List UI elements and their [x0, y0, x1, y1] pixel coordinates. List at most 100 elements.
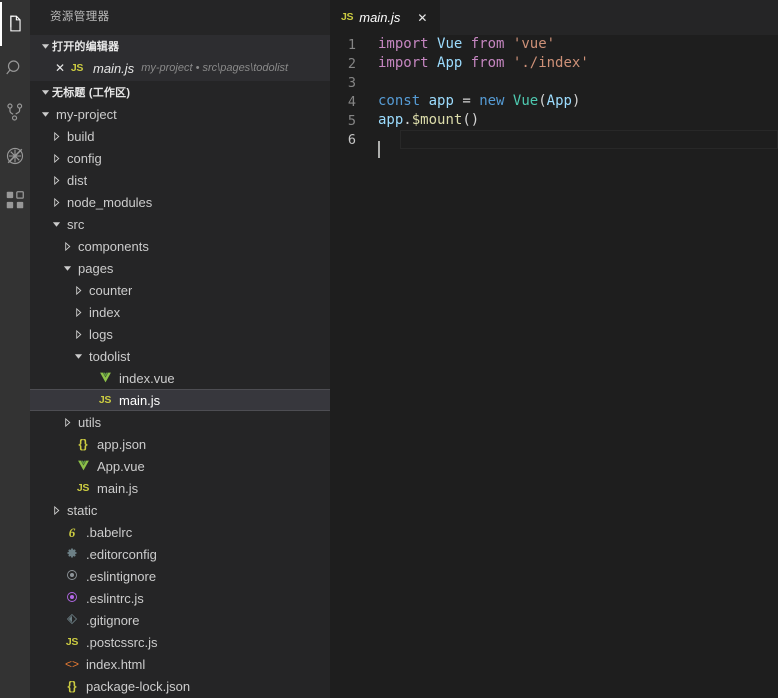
file-type-icon — [63, 547, 81, 562]
code-token: from — [470, 55, 505, 71]
file-type-icon: JS — [63, 637, 81, 648]
js-file-icon: JS — [65, 635, 79, 648]
tree-file-row[interactable]: JS main.js — [30, 477, 330, 499]
activity-item-source-control[interactable] — [0, 90, 30, 134]
open-editors-header[interactable]: 打开的编辑器 — [30, 35, 330, 57]
sidebar-title: 资源管理器 — [50, 11, 110, 23]
tree-file-row[interactable]: {} package-lock.json — [30, 675, 330, 697]
tree-folder-row[interactable]: components — [30, 235, 330, 257]
code-token: new — [479, 93, 505, 109]
tree-item-label: static — [67, 502, 98, 518]
json-file-icon: {} — [78, 437, 88, 451]
line-number: 2 — [347, 55, 356, 72]
tree-file-row[interactable]: .eslintignore — [30, 565, 330, 587]
code-token: $mount — [411, 112, 463, 128]
tree-item-label: dist — [67, 172, 88, 188]
code-line[interactable]: 5 app.$mount() — [330, 111, 778, 130]
activity-item-search[interactable] — [0, 46, 30, 90]
tree-folder-row[interactable]: dist — [30, 169, 330, 191]
code-line[interactable]: 2 import App from './index' — [330, 54, 778, 73]
tree-folder-row[interactable]: config — [30, 147, 330, 169]
tree-item-label: logs — [89, 326, 113, 342]
chevron-right-icon[interactable] — [60, 417, 74, 427]
tree-file-row[interactable]: .editorconfig — [30, 543, 330, 565]
chevron-down-icon[interactable] — [38, 110, 52, 119]
files-icon — [4, 13, 26, 35]
tree-file-row[interactable]: <> index.html — [30, 653, 330, 675]
chevron-right-icon[interactable] — [71, 307, 85, 317]
tab-main-js[interactable]: JS main.js ✕ — [330, 0, 441, 35]
code-line[interactable]: 3 — [330, 73, 778, 92]
tree-file-row[interactable]: {} app.json — [30, 433, 330, 455]
chevron-right-icon[interactable] — [49, 175, 63, 185]
code-token: . — [403, 112, 412, 128]
tab-bar-filler — [440, 0, 778, 35]
search-icon — [4, 57, 26, 79]
open-editor-item[interactable]: ✕ JS main.js my-project • src\pages\todo… — [30, 57, 330, 79]
file-type-icon — [74, 459, 92, 474]
chevron-right-icon[interactable] — [71, 285, 85, 295]
close-icon[interactable]: ✕ — [414, 11, 430, 25]
tree-folder-row[interactable]: static — [30, 499, 330, 521]
code-editor[interactable]: 1 import Vue from 'vue' 2 import App from '… — [330, 35, 778, 698]
file-type-icon: JS — [74, 483, 92, 494]
tree-item-label: pages — [78, 260, 114, 276]
tree-folder-row[interactable]: pages — [30, 257, 330, 279]
tree-folder-row[interactable]: build — [30, 125, 330, 147]
tree-file-row[interactable]: .gitignore — [30, 609, 330, 631]
code-line[interactable]: 1 import Vue from 'vue' — [330, 35, 778, 54]
tree-folder-row[interactable]: node_modules — [30, 191, 330, 213]
extensions-icon — [4, 189, 26, 211]
chevron-right-icon[interactable] — [60, 241, 74, 251]
code-text: import Vue from 'vue' — [378, 35, 555, 54]
file-type-icon — [96, 371, 114, 386]
workspace-header[interactable]: 无标题 (工作区) — [30, 81, 330, 103]
workspace-pane: 无标题 (工作区) my-project build config dist node_… — [30, 81, 330, 698]
tree-folder-row[interactable]: my-project — [30, 103, 330, 125]
chevron-right-icon[interactable] — [71, 329, 85, 339]
tree-file-row[interactable]: JS main.js — [30, 389, 330, 411]
tree-file-row[interactable]: App.vue — [30, 455, 330, 477]
tree-item-label: config — [67, 150, 102, 166]
tree-item-label: counter — [89, 282, 133, 298]
open-editor-file-path: my-project • src\pages\todolist — [141, 62, 289, 74]
chevron-right-icon[interactable] — [49, 505, 63, 515]
tree-file-row[interactable]: index.vue — [30, 367, 330, 389]
tab-bar: JS main.js ✕ — [330, 0, 778, 35]
tree-item-label: .eslintrc.js — [86, 590, 144, 606]
tree-item-label: index.vue — [119, 370, 175, 386]
tree-folder-row[interactable]: counter — [30, 279, 330, 301]
chevron-right-icon[interactable] — [49, 153, 63, 163]
activity-item-run-and-debug[interactable] — [0, 134, 30, 178]
chevron-right-icon[interactable] — [49, 197, 63, 207]
file-tree: my-project build config dist node_modules src… — [30, 103, 330, 698]
close-icon[interactable]: ✕ — [52, 61, 68, 75]
activity-item-explorer[interactable] — [0, 2, 30, 46]
tree-folder-row[interactable]: utils — [30, 411, 330, 433]
tree-folder-row[interactable]: logs — [30, 323, 330, 345]
code-line[interactable]: 4 const app = new Vue(App) — [330, 92, 778, 111]
eslint-icon — [66, 591, 78, 606]
code-line[interactable]: 6 — [330, 130, 778, 158]
open-editors-header-label: 打开的编辑器 — [52, 41, 120, 53]
tree-folder-row[interactable]: todolist — [30, 345, 330, 367]
tree-file-row[interactable]: 6 .babelrc — [30, 521, 330, 543]
code-token: './index' — [512, 55, 589, 71]
tree-folder-row[interactable]: index — [30, 301, 330, 323]
tree-file-row[interactable]: .eslintrc.js — [30, 587, 330, 609]
tree-item-label: todolist — [89, 348, 131, 364]
run-debug-icon — [4, 145, 26, 167]
chevron-down-icon[interactable] — [71, 352, 85, 361]
activity-item-extensions[interactable] — [0, 178, 30, 222]
chevron-down-icon[interactable] — [49, 220, 63, 229]
tree-file-row[interactable]: JS .postcssrc.js — [30, 631, 330, 653]
js-file-icon: JS — [98, 393, 112, 406]
chevron-right-icon[interactable] — [49, 131, 63, 141]
file-type-icon: {} — [74, 438, 92, 450]
code-token: 'vue' — [512, 36, 556, 52]
workspace-header-label: 无标题 (工作区) — [52, 87, 131, 99]
code-token: app — [428, 93, 454, 109]
tree-folder-row[interactable]: src — [30, 213, 330, 235]
file-type-icon: <> — [63, 658, 81, 670]
chevron-down-icon[interactable] — [60, 264, 74, 273]
